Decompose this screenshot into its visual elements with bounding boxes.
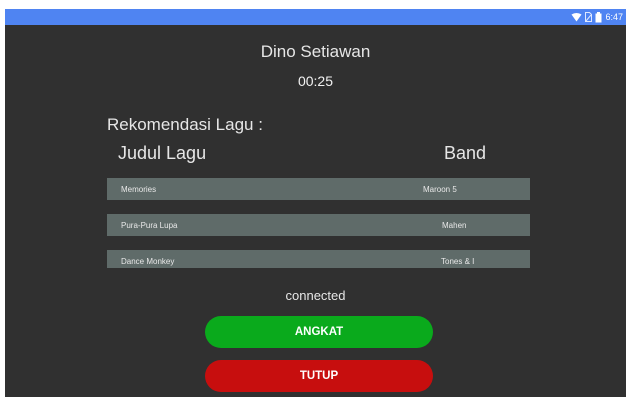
song-row[interactable]: Memories Maroon 5 (107, 178, 530, 200)
answer-button[interactable]: ANGKAT (205, 316, 433, 348)
column-header-title: Judul Lagu (118, 143, 207, 163)
close-button[interactable]: TUTUP (205, 360, 433, 392)
song-band: Mahen (442, 221, 467, 230)
status-icons: 6:47 (571, 10, 623, 24)
recommendation-heading: Rekomendasi Lagu : (107, 115, 263, 134)
status-bar: 6:47 (5, 9, 626, 25)
wifi-icon (571, 12, 582, 22)
song-row[interactable]: Pura-Pura Lupa Mahen (107, 214, 530, 236)
call-timer: 00:25 (297, 73, 334, 89)
song-row[interactable]: Dance Monkey Tones & I (107, 250, 530, 268)
battery-icon (595, 11, 602, 23)
caller-name: Dino Setiawan (260, 42, 371, 61)
song-band: Maroon 5 (423, 185, 457, 194)
column-header-band: Band (444, 143, 487, 163)
call-screen: 6:47 Dino Setiawan 00:25 Rekomendasi Lag… (5, 9, 626, 397)
connection-status: connected (285, 288, 346, 303)
song-band: Tones & I (441, 257, 475, 266)
status-time: 6:47 (605, 12, 623, 22)
no-sim-icon (585, 12, 593, 22)
